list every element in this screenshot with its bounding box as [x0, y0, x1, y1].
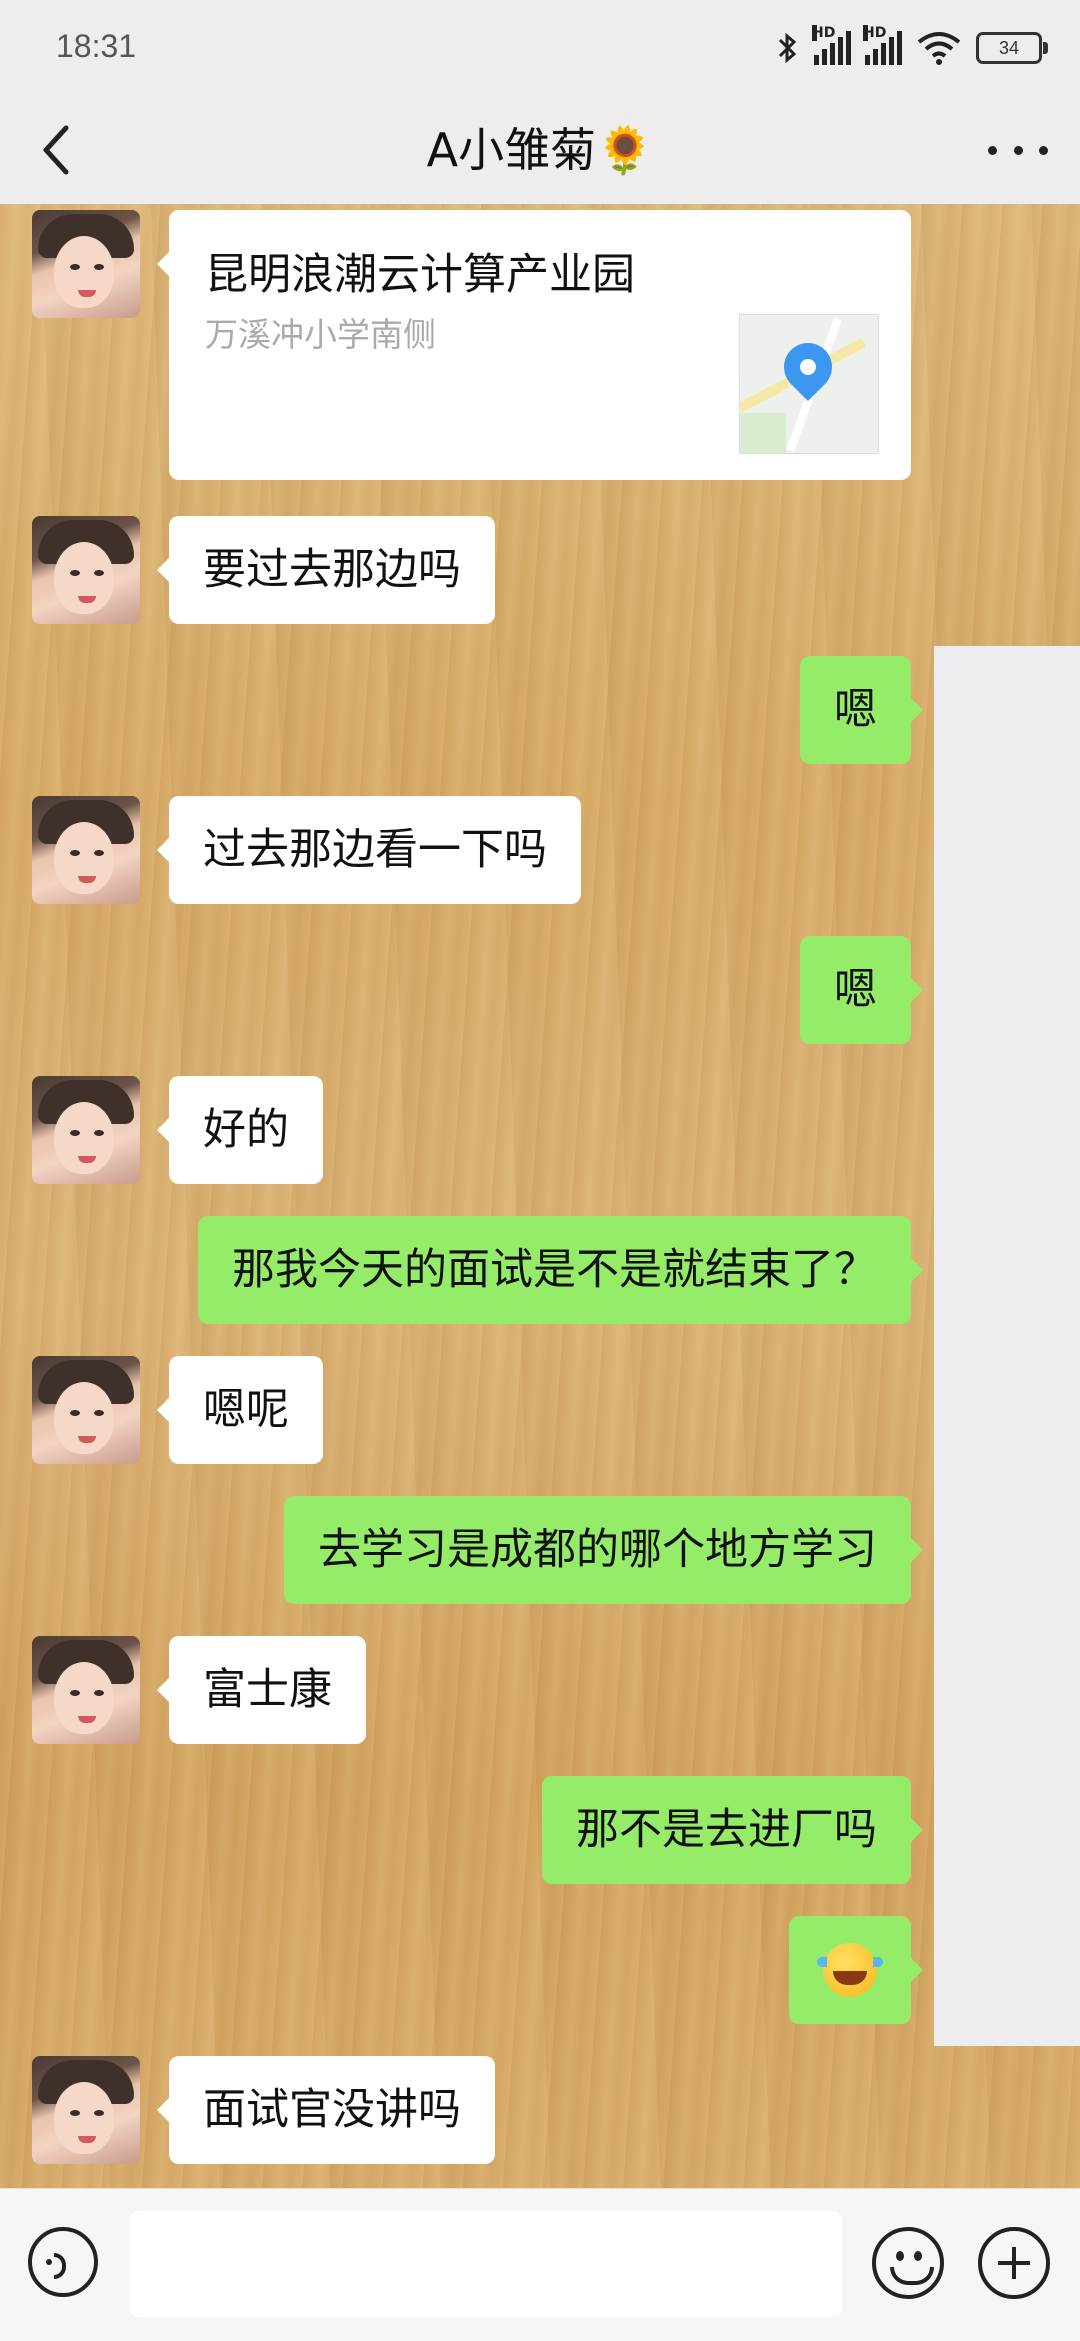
- location-address: 万溪冲小学南侧: [205, 315, 436, 354]
- crying-laughing-emoji-icon: [817, 1942, 883, 1997]
- add-attachment-icon[interactable]: [978, 2227, 1050, 2299]
- avatar[interactable]: [32, 2056, 140, 2164]
- location-message[interactable]: 昆明浪潮云计算产业园 万溪冲小学南侧: [157, 210, 911, 480]
- avatar[interactable]: [32, 1356, 140, 1464]
- message-bubble[interactable]: 那不是去进厂吗: [542, 1776, 923, 1884]
- signal-icon: HD: [863, 25, 902, 65]
- voice-input-icon[interactable]: [28, 2227, 98, 2297]
- side-panel: [934, 646, 1080, 2046]
- message-bubble[interactable]: 去学习是成都的哪个地方学习: [284, 1496, 923, 1604]
- chat-header: A小雏菊🌻: [0, 96, 1080, 204]
- location-name: 昆明浪潮云计算产业园: [205, 250, 635, 300]
- message-bubble[interactable]: 过去那边看一下吗: [157, 796, 581, 904]
- chat-title: A小雏菊🌻: [426, 123, 654, 177]
- status-time: 18:31: [56, 28, 137, 64]
- avatar[interactable]: [32, 516, 140, 624]
- message-bubble[interactable]: 那我今天的面试是不是就结束了？: [198, 1216, 923, 1324]
- avatar[interactable]: [32, 210, 140, 318]
- more-options-icon[interactable]: [988, 126, 1048, 174]
- message-bubble[interactable]: 要过去那边吗: [157, 516, 495, 624]
- emoji-message-bubble[interactable]: [789, 1916, 923, 2024]
- emoji-icon[interactable]: [872, 2227, 944, 2299]
- map-thumbnail: [739, 314, 879, 454]
- message-bubble[interactable]: 面试官没讲吗: [157, 2056, 495, 2164]
- message-bubble[interactable]: 嗯: [800, 936, 923, 1044]
- battery-icon: 34: [976, 32, 1048, 64]
- input-bar: [0, 2188, 1080, 2341]
- message-bubble[interactable]: 嗯呢: [157, 1356, 323, 1464]
- message-bubble[interactable]: 好的: [157, 1076, 323, 1184]
- status-bar: 18:31 HD HD 34: [0, 0, 1080, 96]
- wifi-icon: [917, 32, 961, 65]
- status-icons: HD HD 34: [776, 24, 1048, 72]
- avatar[interactable]: [32, 1076, 140, 1184]
- message-input[interactable]: [130, 2211, 842, 2317]
- message-bubble[interactable]: 嗯: [800, 656, 923, 764]
- message-bubble[interactable]: 富士康: [157, 1636, 366, 1744]
- signal-icon: HD: [812, 25, 851, 65]
- avatar[interactable]: [32, 796, 140, 904]
- chat-messages[interactable]: 昆明浪潮云计算产业园 万溪冲小学南侧 要过去那边吗 嗯 过去那边看一下吗 嗯 好…: [0, 204, 1080, 2188]
- bluetooth-icon: [778, 32, 797, 64]
- avatar[interactable]: [32, 1636, 140, 1744]
